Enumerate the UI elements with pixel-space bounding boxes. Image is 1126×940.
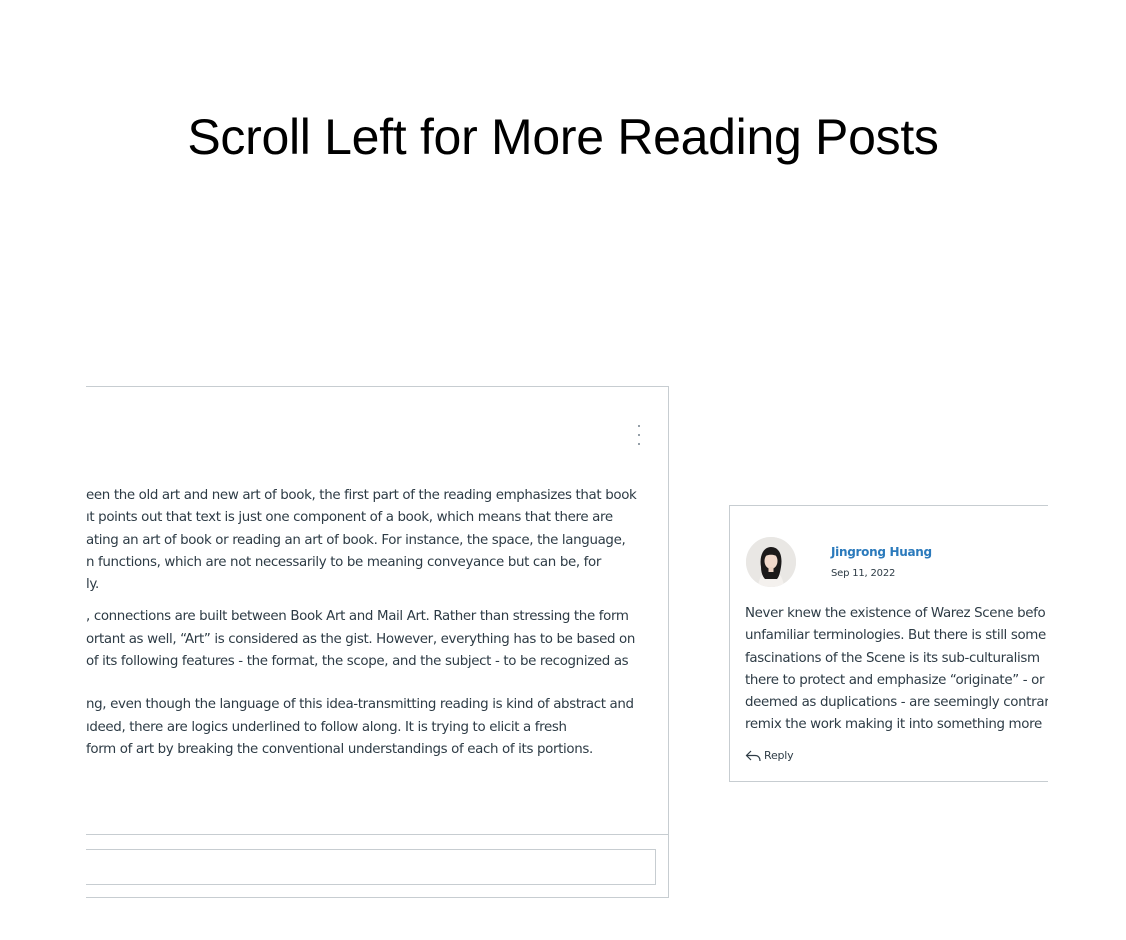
- reply-arrow-icon: [745, 750, 761, 761]
- reply-input-box[interactable]: [86, 849, 656, 885]
- reply-line: Never knew the existence of Warez Scene …: [745, 606, 1046, 621]
- avatar-portrait-icon: [746, 537, 796, 587]
- post-body: een the old art and new art of book, the…: [86, 485, 668, 771]
- reply-body: Never knew the existence of Warez Scene …: [745, 603, 1048, 737]
- discussion-post-card: een the old art and new art of book, the…: [86, 386, 669, 898]
- post-line: ly.: [86, 577, 99, 593]
- post-line: of its following features - the format, …: [86, 654, 629, 670]
- reply-line: deemed as duplications - are seemingly c…: [745, 695, 1048, 711]
- reply-label: Reply: [764, 749, 794, 762]
- post-line: ng, even though the language of this ide…: [86, 697, 634, 713]
- post-line: ıt points out that text is just one comp…: [86, 510, 613, 526]
- post-line: ating an art of book or reading an art o…: [86, 532, 626, 548]
- post-date: Sep 11, 2022: [831, 568, 896, 579]
- avatar[interactable]: [746, 537, 796, 587]
- kebab-menu-icon[interactable]: [636, 425, 642, 445]
- reply-card: Jingrong Huang Sep 11, 2022 Never knew t…: [729, 505, 1048, 782]
- post-line: , connections are built between Book Art…: [86, 609, 629, 625]
- reply-line: there to protect and emphasize “originat…: [745, 672, 1045, 688]
- divider: [86, 834, 668, 835]
- post-paragraph: een the old art and new art of book, the…: [86, 485, 668, 596]
- reply-button[interactable]: Reply: [745, 749, 794, 762]
- author-name-link[interactable]: Jingrong Huang: [831, 545, 932, 559]
- post-line: een the old art and new art of book, the…: [86, 488, 637, 503]
- page-heading: Scroll Left for More Reading Posts: [187, 109, 939, 165]
- reply-line: remix the work making it into something …: [745, 717, 1042, 733]
- post-line: ıdeed, there are logics underlined to fo…: [86, 719, 567, 735]
- post-paragraph: ng, even though the language of this ide…: [86, 694, 668, 761]
- post-paragraph: , connections are built between Book Art…: [86, 606, 668, 673]
- reply-line: fascinations of the Scene is its sub-cul…: [745, 650, 1040, 666]
- post-line: ortant as well, “Art” is considered as t…: [86, 631, 636, 647]
- post-line: form of art by breaking the conventional…: [86, 741, 593, 757]
- reply-line: unfamiliar terminologies. But there is s…: [745, 628, 1046, 644]
- post-line: n functions, which are not necessarily t…: [86, 554, 602, 570]
